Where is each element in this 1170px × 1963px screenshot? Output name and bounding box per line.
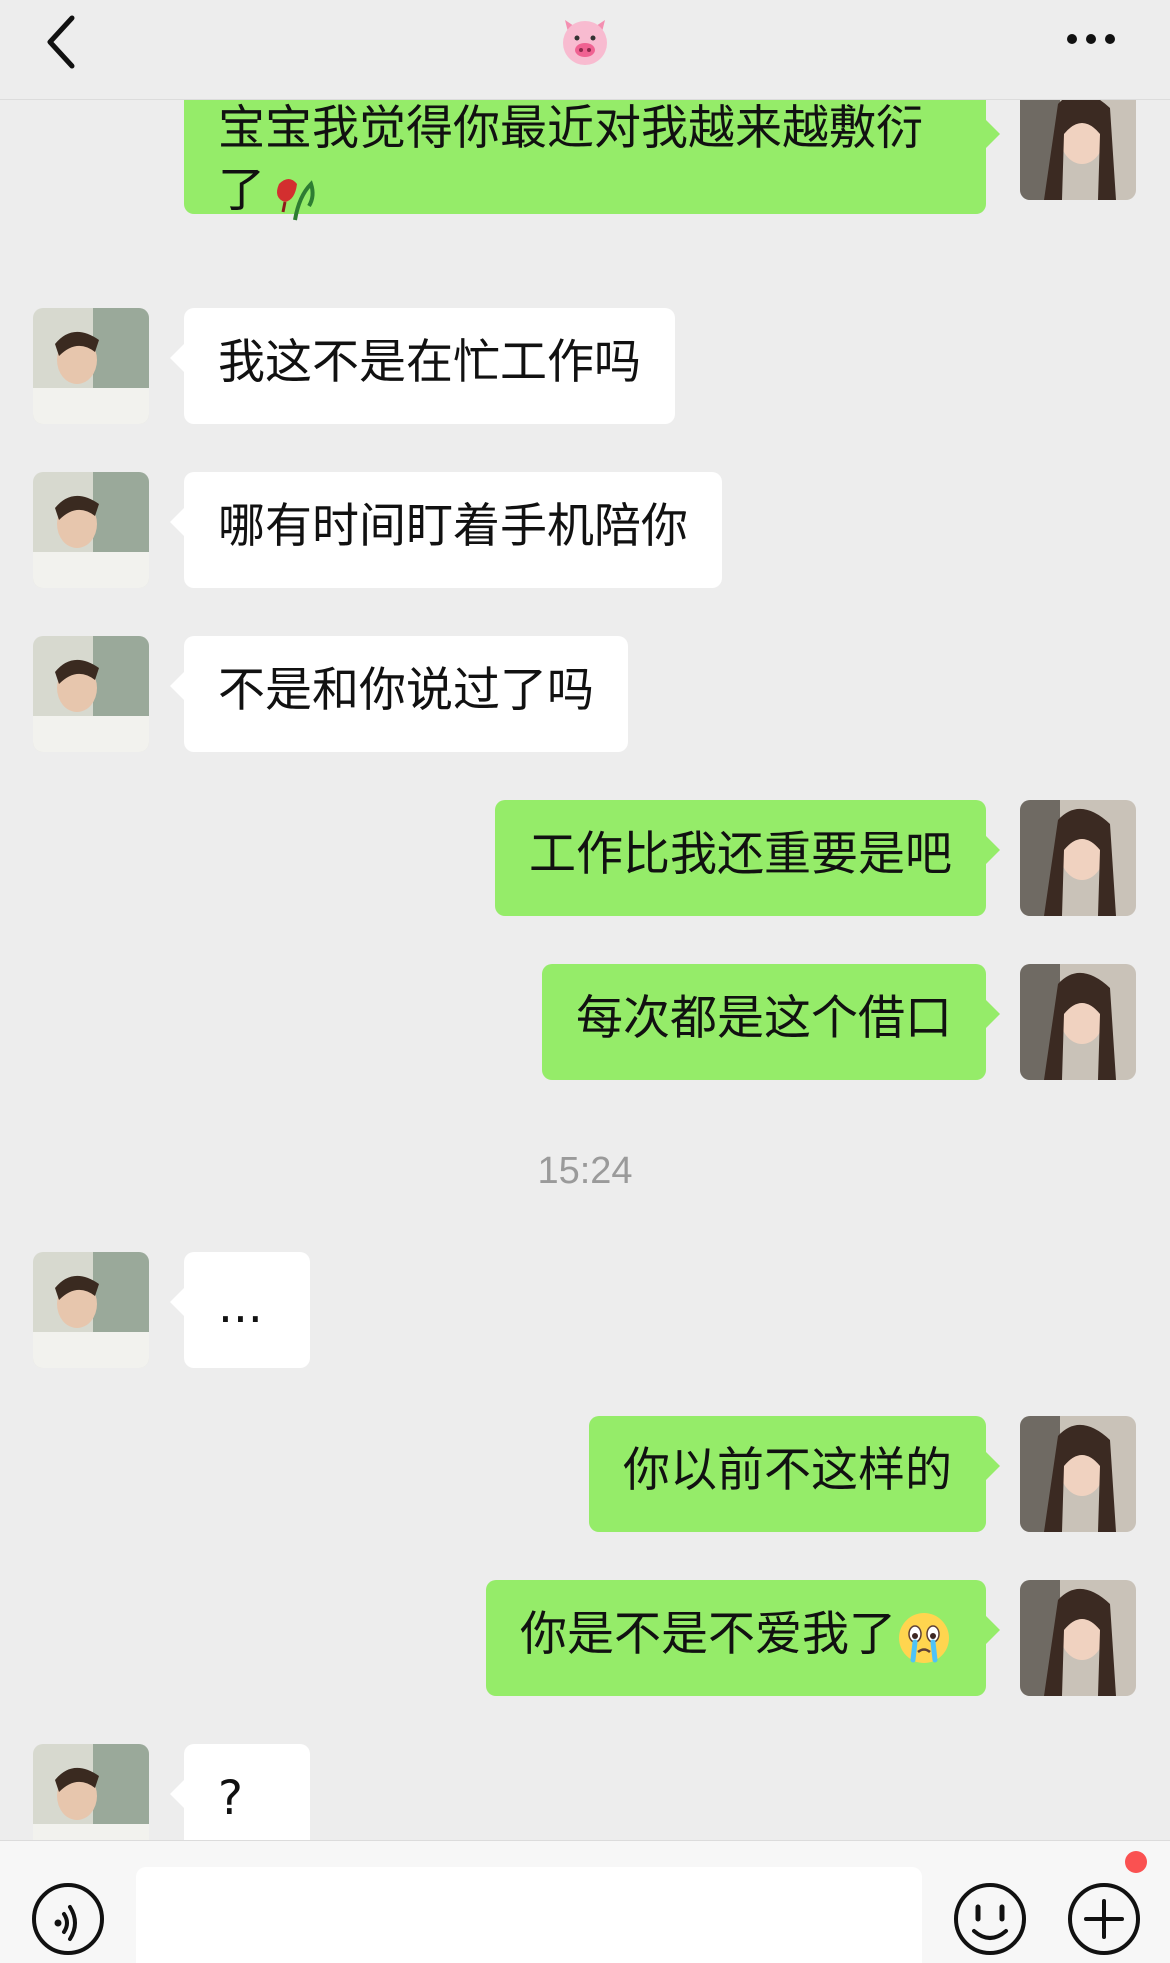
- message-bubble-incoming[interactable]: 哪有时间盯着手机陪你: [170, 472, 722, 588]
- message-text: 工作比我还重要是吧: [529, 827, 952, 882]
- plus-circle-icon[interactable]: [1066, 1881, 1142, 1957]
- avatar-self[interactable]: [1020, 1580, 1136, 1696]
- message-text: 你是不是不爱我了: [520, 1607, 896, 1662]
- message-text: 你以前不这样的: [623, 1443, 952, 1498]
- notification-badge: [1125, 1851, 1147, 1873]
- crying-face-icon: [899, 1612, 949, 1663]
- message-bubble-outgoing[interactable]: 你以前不这样的: [589, 1416, 1000, 1532]
- message-bubble-outgoing[interactable]: 工作比我还重要是吧: [495, 800, 1000, 916]
- input-bar: [0, 1840, 1170, 1963]
- avatar-contact[interactable]: [33, 1252, 149, 1368]
- message-text-line2: 了: [218, 163, 265, 218]
- avatar-self[interactable]: [1020, 100, 1136, 200]
- message-text: 哪有时间盯着手机陪你: [218, 499, 688, 554]
- chevron-left-icon[interactable]: [40, 14, 84, 70]
- emoji-face-icon[interactable]: [952, 1881, 1028, 1957]
- avatar-contact[interactable]: [33, 308, 149, 424]
- message-text: 宝宝我觉得你最近对我越来越敷衍: [218, 101, 923, 156]
- message-text: ...: [218, 1279, 263, 1334]
- more-dots-icon[interactable]: [1064, 30, 1118, 48]
- message-bubble-incoming[interactable]: 我这不是在忙工作吗: [170, 308, 675, 424]
- voice-icon[interactable]: [30, 1881, 106, 1957]
- wilted-flower-icon: [277, 178, 315, 220]
- avatar-self[interactable]: [1020, 1416, 1136, 1532]
- message-timestamp: 15:24: [537, 1150, 633, 1192]
- avatar-contact[interactable]: [33, 636, 149, 752]
- message-bubble-outgoing[interactable]: 每次都是这个借口: [542, 964, 1000, 1080]
- message-text: 不是和你说过了吗: [218, 663, 594, 718]
- message-input[interactable]: [136, 1867, 922, 1963]
- message-text: ?: [218, 1771, 243, 1826]
- avatar-contact[interactable]: [33, 1744, 149, 1840]
- avatar-self[interactable]: [1020, 800, 1136, 916]
- avatar-contact[interactable]: [33, 472, 149, 588]
- message-bubble-incoming[interactable]: 不是和你说过了吗: [170, 636, 628, 752]
- message-text: 我这不是在忙工作吗: [218, 335, 641, 390]
- chat-header: [0, 0, 1170, 100]
- message-bubble-incoming[interactable]: ...: [170, 1252, 310, 1368]
- pig-face-icon: [563, 20, 607, 65]
- message-text: 每次都是这个借口: [576, 991, 952, 1046]
- message-list[interactable]: 宝宝我觉得你最近对我越来越敷衍 了 我这不是在忙工作吗 哪有时间盯着手机陪你 不…: [0, 100, 1170, 1840]
- message-bubble-incoming[interactable]: ?: [170, 1744, 310, 1840]
- avatar-self[interactable]: [1020, 964, 1136, 1080]
- message-bubble-outgoing[interactable]: 你是不是不爱我了: [486, 1580, 1000, 1696]
- message-bubble-outgoing[interactable]: 宝宝我觉得你最近对我越来越敷衍 了: [184, 100, 1000, 220]
